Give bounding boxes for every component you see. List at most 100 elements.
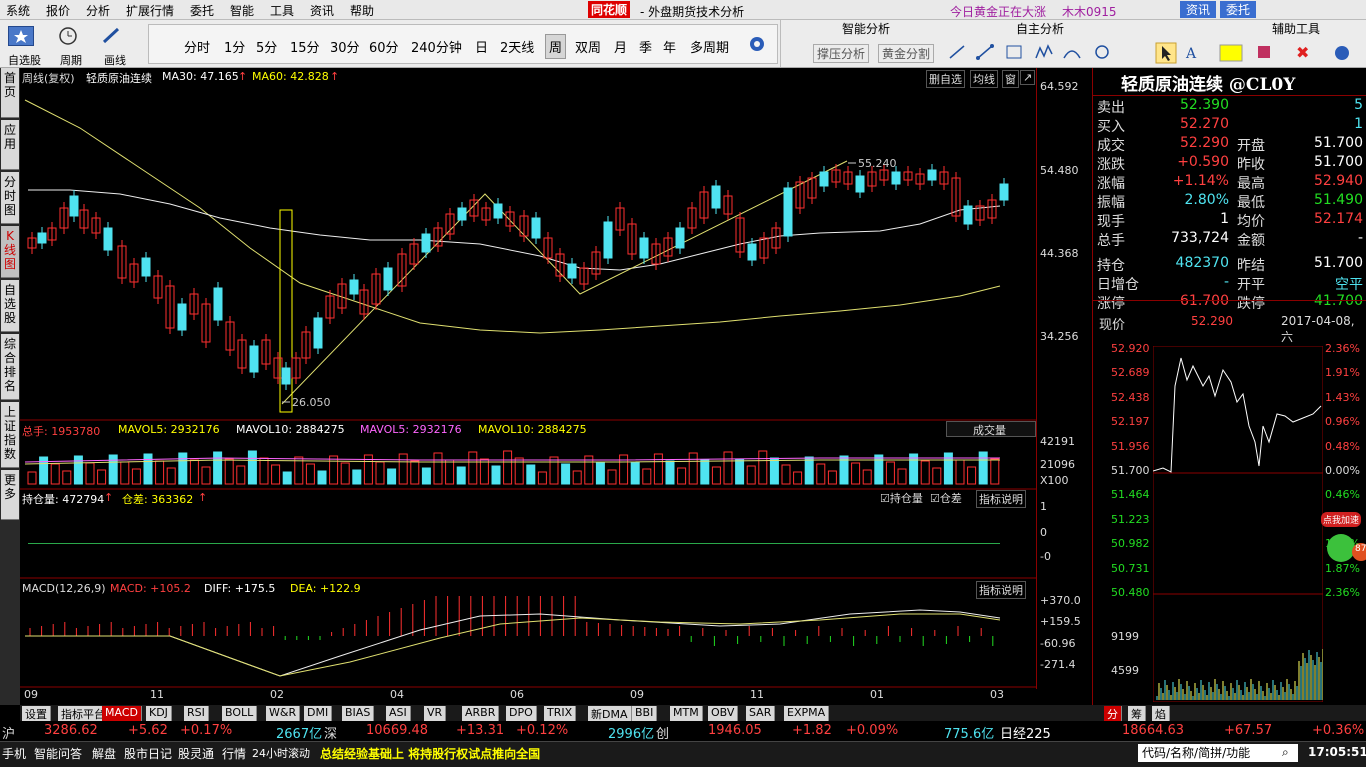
news-marquee[interactable]: 今日黄金正在大涨 bbox=[950, 3, 1046, 20]
nk-index[interactable]: 18664.63 bbox=[1122, 723, 1184, 738]
indicator-tab[interactable]: 设置 bbox=[22, 706, 51, 721]
period-240min[interactable]: 240分钟 bbox=[411, 37, 462, 56]
indicator-tab[interactable]: EXPMA bbox=[784, 706, 830, 721]
sh-index[interactable]: 3286.62 bbox=[44, 723, 98, 738]
status-analysis[interactable]: 解盘 bbox=[92, 745, 116, 762]
menu-entrust[interactable]: 委托 bbox=[190, 2, 214, 19]
sh-change: +5.62 bbox=[128, 723, 168, 738]
mini-timeshare-chart[interactable] bbox=[1153, 346, 1323, 702]
volume-bar bbox=[561, 463, 571, 485]
menu-smart[interactable]: 智能 bbox=[230, 2, 254, 19]
menu-tools[interactable]: 工具 bbox=[270, 2, 294, 19]
status-mobile[interactable]: 手机 bbox=[2, 745, 26, 762]
info-button[interactable]: 资讯 bbox=[1180, 1, 1217, 18]
period-year[interactable]: 年 bbox=[663, 37, 676, 56]
sidetab-timeshare[interactable]: 分时图 bbox=[1, 172, 19, 224]
search-icon[interactable]: ⌕ bbox=[1282, 745, 1289, 760]
indicator-tab[interactable]: BBI bbox=[632, 706, 658, 721]
indicator-tab[interactable]: RSI bbox=[184, 706, 209, 721]
period-30min[interactable]: 30分 bbox=[330, 37, 360, 56]
status-rolling[interactable]: 24小时滚动 bbox=[252, 745, 310, 761]
menu-help[interactable]: 帮助 bbox=[350, 2, 374, 19]
tab-chips[interactable]: 筹 bbox=[1128, 706, 1146, 721]
gear-icon[interactable] bbox=[748, 35, 766, 53]
period-biweek[interactable]: 双周 bbox=[575, 37, 601, 56]
period-month[interactable]: 月 bbox=[614, 37, 627, 56]
period-15min[interactable]: 15分 bbox=[290, 37, 320, 56]
volume-bar bbox=[723, 451, 733, 485]
sidetab-more[interactable]: 更多 bbox=[1, 470, 19, 520]
kline-chart-area[interactable]: 周线(复权) 轻质原油连续 MA30: 47.165 ↑ MA60: 42.82… bbox=[20, 68, 1092, 705]
watchlist-label[interactable]: 自选股 bbox=[8, 52, 41, 68]
golden-section-button[interactable]: 黄金分割 bbox=[878, 44, 935, 63]
menu-extended-quote[interactable]: 扩展行情 bbox=[126, 2, 174, 19]
quote-row: 总手 733,724 金额 - bbox=[1097, 230, 1363, 249]
status-qa[interactable]: 智能问答 bbox=[34, 745, 82, 762]
volume-bar bbox=[735, 458, 745, 485]
price-label-2: 54.480 bbox=[1040, 164, 1079, 177]
oi-indicator-help-button[interactable]: 指标说明 bbox=[976, 490, 1026, 508]
period-week[interactable]: 周 bbox=[545, 34, 567, 59]
indicator-select[interactable]: 成交量 bbox=[946, 421, 1036, 437]
entrust-button[interactable]: 委托 bbox=[1220, 1, 1257, 18]
menu-system[interactable]: 系统 bbox=[6, 2, 30, 19]
status-ling[interactable]: 股灵通 bbox=[178, 745, 214, 762]
indicator-tab[interactable]: 新DMA bbox=[588, 706, 632, 721]
indicator-tab[interactable]: DMI bbox=[304, 706, 333, 721]
sidetab-kline[interactable]: K线图 bbox=[1, 226, 19, 278]
draw-label[interactable]: 画线 bbox=[104, 52, 126, 68]
period-quarter[interactable]: 季 bbox=[639, 37, 652, 56]
indicator-tab[interactable]: BIAS bbox=[342, 706, 375, 721]
indicator-tab[interactable]: W&R bbox=[266, 706, 301, 721]
indicator-tab[interactable]: MACD bbox=[102, 706, 142, 721]
status-diary[interactable]: 股市日记 bbox=[124, 745, 172, 762]
period-minute-chart[interactable]: 分时 bbox=[184, 37, 210, 56]
sidetab-watchlist[interactable]: 自选股 bbox=[1, 280, 19, 332]
indicator-tab[interactable]: VR bbox=[424, 706, 447, 721]
user-name[interactable]: 木木0915 bbox=[1062, 3, 1117, 20]
menu-analysis[interactable]: 分析 bbox=[86, 2, 110, 19]
sidetab-sh-index[interactable]: 上证指数 bbox=[1, 402, 19, 468]
indicator-tab[interactable]: MTM bbox=[670, 706, 703, 721]
period-multi[interactable]: 多周期 bbox=[690, 37, 729, 56]
status-news[interactable]: 总结经验基础上 将持股行权试点推向全国 bbox=[320, 745, 540, 762]
quote-row: 现手 1 均价 52.174 bbox=[1097, 211, 1363, 230]
oi-check-1[interactable]: ☑持仓量 bbox=[880, 490, 923, 506]
menu-info[interactable]: 资讯 bbox=[310, 2, 334, 19]
sidetab-apps[interactable]: 应用 bbox=[1, 120, 19, 170]
search-input[interactable]: 代码/名称/简拼/功能 bbox=[1138, 744, 1298, 762]
indicator-tab[interactable]: KDJ bbox=[146, 706, 172, 721]
volume-bar bbox=[804, 456, 814, 485]
indicator-tab[interactable]: DPO bbox=[506, 706, 537, 721]
speed-up-badge[interactable]: 点我加速 87 bbox=[1321, 508, 1366, 568]
volume-bar bbox=[572, 470, 582, 485]
tab-timeshare[interactable]: 分 bbox=[1104, 706, 1122, 721]
oi-check-2[interactable]: ☑仓差 bbox=[930, 490, 962, 506]
status-quote[interactable]: 行情 bbox=[222, 745, 246, 762]
support-resistance-button[interactable]: 撑压分析 bbox=[813, 44, 870, 63]
period-label[interactable]: 周期 bbox=[60, 52, 82, 68]
period-clock-icon[interactable] bbox=[56, 26, 80, 46]
indicator-tab[interactable]: SAR bbox=[746, 706, 776, 721]
draw-pen-icon[interactable] bbox=[100, 26, 124, 46]
favorite-star-icon[interactable] bbox=[8, 26, 34, 46]
quote-field-label: 日增仓 bbox=[1097, 277, 1139, 293]
sidetab-ranking[interactable]: 综合排名 bbox=[1, 334, 19, 400]
period-2day[interactable]: 2天线 bbox=[500, 37, 534, 56]
period-day[interactable]: 日 bbox=[475, 37, 488, 56]
quote-field-label: 卖出 bbox=[1097, 100, 1125, 116]
indicator-tab[interactable]: OBV bbox=[708, 706, 739, 721]
period-5min[interactable]: 5分 bbox=[256, 37, 277, 56]
indicator-tab[interactable]: BOLL bbox=[222, 706, 258, 721]
indicator-tab[interactable]: TRIX bbox=[544, 706, 577, 721]
sidetab-home[interactable]: 首页 bbox=[1, 68, 19, 118]
period-60min[interactable]: 60分 bbox=[369, 37, 399, 56]
indicator-tab[interactable]: ASI bbox=[386, 706, 411, 721]
menu-quote[interactable]: 报价 bbox=[46, 2, 70, 19]
tab-flame[interactable]: 焰 bbox=[1152, 706, 1170, 721]
oi-diff-up-arrow-icon: ↑ bbox=[198, 491, 208, 504]
sz-index[interactable]: 10669.48 bbox=[366, 723, 428, 738]
cy-index[interactable]: 1946.05 bbox=[708, 723, 762, 738]
period-1min[interactable]: 1分 bbox=[224, 37, 245, 56]
indicator-tab[interactable]: ARBR bbox=[462, 706, 500, 721]
